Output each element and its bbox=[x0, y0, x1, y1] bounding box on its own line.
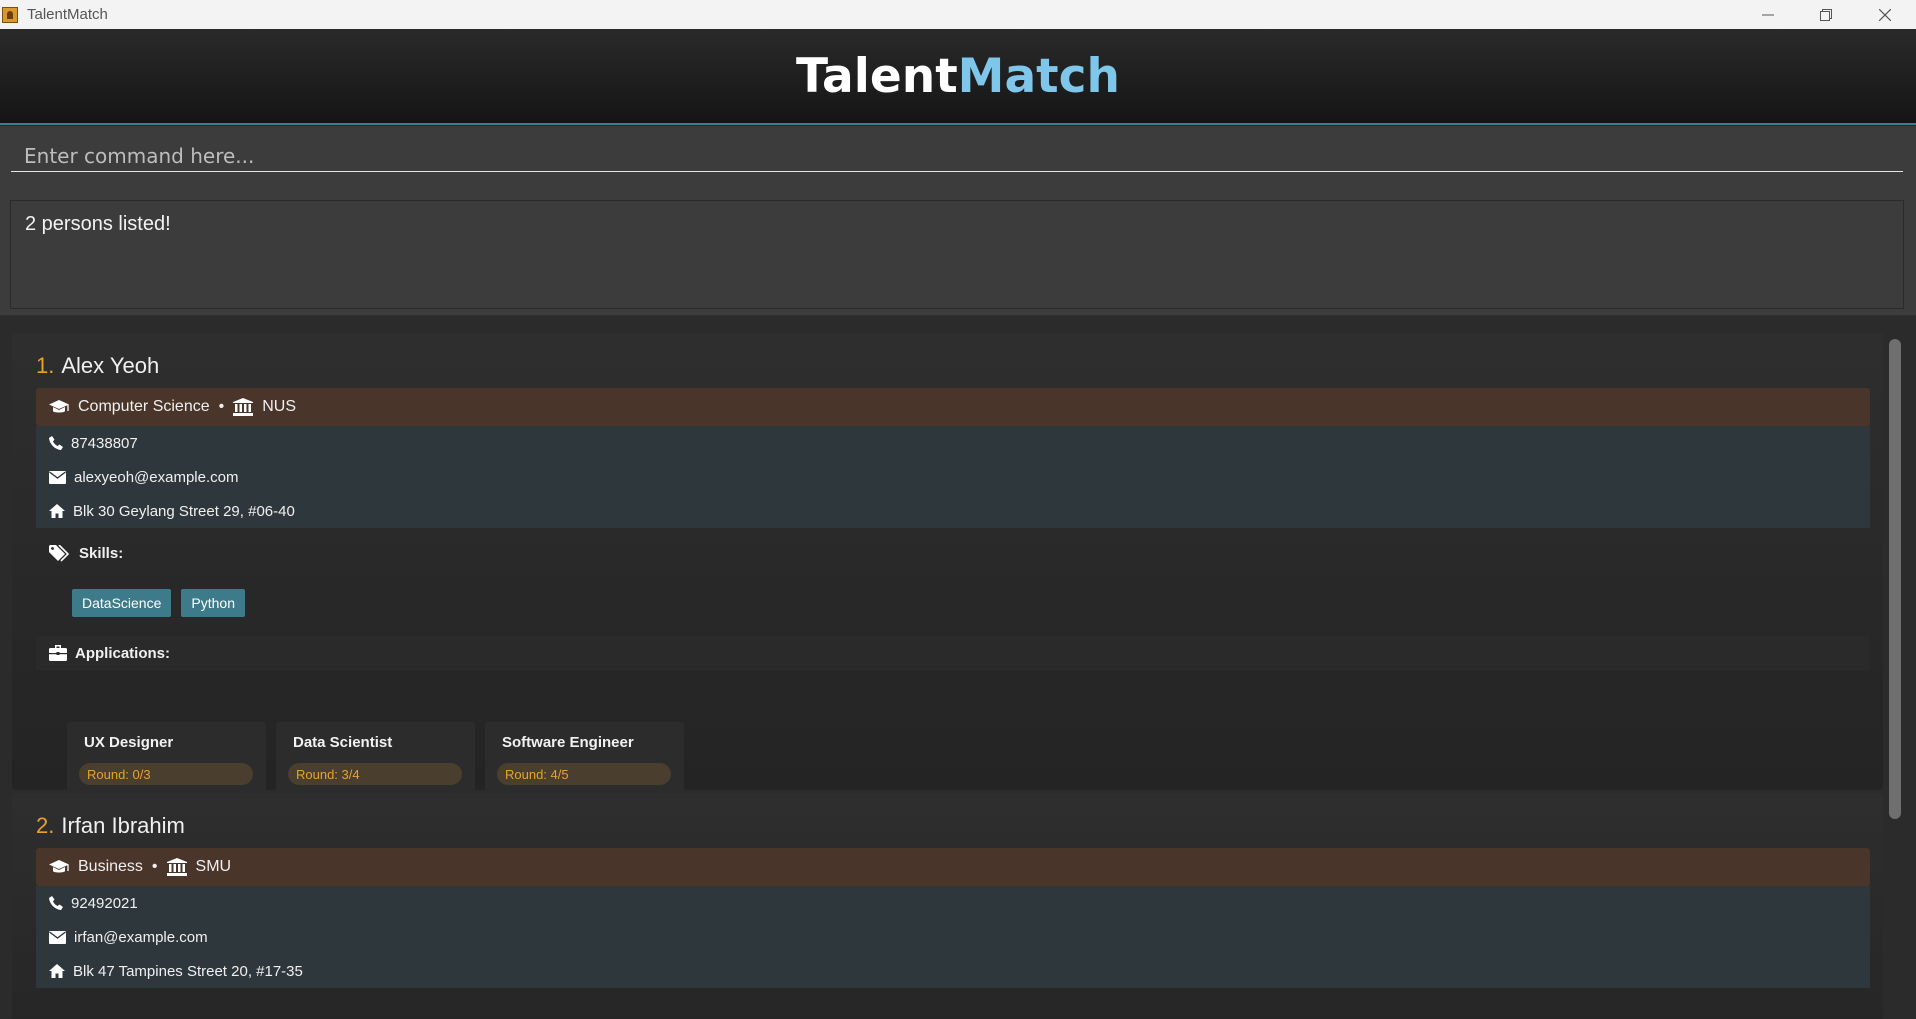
university-text: NUS bbox=[262, 398, 297, 415]
address-row: Blk 30 Geylang Street 29, #06-40 bbox=[36, 494, 1870, 528]
tags-icon bbox=[49, 544, 71, 562]
app-logo: TalentMatch bbox=[796, 49, 1120, 104]
application-card[interactable]: Data Scientist Round: 3/4 bbox=[276, 722, 475, 792]
major-text: Computer Science bbox=[78, 398, 210, 415]
application-role: Software Engineer bbox=[502, 734, 634, 751]
restore-icon bbox=[1820, 8, 1832, 21]
close-icon bbox=[1879, 8, 1891, 21]
result-display: 2 persons listed! bbox=[10, 200, 1904, 309]
phone-row: 92492021 bbox=[36, 886, 1870, 920]
minimize-button[interactable] bbox=[1739, 0, 1797, 29]
skill-tags-list: DataScience Python bbox=[72, 589, 245, 617]
university-icon bbox=[233, 398, 254, 416]
skill-tag: DataScience bbox=[72, 589, 172, 617]
command-input[interactable] bbox=[11, 140, 1903, 172]
header-banner: TalentMatch bbox=[0, 29, 1916, 125]
email-row: alexyeoh@example.com bbox=[36, 460, 1870, 494]
person-card[interactable]: 1. Alex Yeoh Computer Science • NUS 87438… bbox=[12, 333, 1883, 792]
phone-icon bbox=[49, 896, 63, 910]
graduation-cap-icon bbox=[48, 859, 70, 875]
application-round-badge: Round: 3/4 bbox=[288, 763, 462, 785]
application-round-badge: Round: 4/5 bbox=[497, 763, 671, 785]
restore-button[interactable] bbox=[1797, 0, 1855, 29]
app-icon bbox=[2, 6, 18, 23]
skill-tag: Python bbox=[181, 589, 245, 617]
education-row: Business • SMU bbox=[36, 848, 1870, 886]
result-display-container: 2 persons listed! bbox=[0, 186, 1916, 316]
phone-text: 92492021 bbox=[71, 894, 138, 912]
applications-label: Applications: bbox=[75, 644, 171, 662]
window-title: TalentMatch bbox=[27, 6, 108, 23]
graduation-cap-icon bbox=[48, 399, 70, 415]
university-icon bbox=[166, 858, 187, 876]
person-card[interactable]: 2. Irfan Ibrahim Business • SMU 92492021 … bbox=[12, 793, 1883, 1019]
skills-section-label: Skills: bbox=[36, 536, 1870, 570]
separator-dot: • bbox=[151, 858, 158, 875]
address-row: Blk 47 Tampines Street 20, #17-35 bbox=[36, 954, 1870, 988]
home-icon bbox=[49, 504, 65, 518]
list-scrollbar[interactable] bbox=[1889, 339, 1901, 819]
command-box bbox=[0, 126, 1916, 186]
person-name-heading: 1. Alex Yeoh bbox=[36, 353, 159, 379]
logo-part-match: Match bbox=[957, 48, 1120, 104]
person-name-heading: 2. Irfan Ibrahim bbox=[36, 813, 185, 839]
address-text: Blk 47 Tampines Street 20, #17-35 bbox=[73, 962, 303, 980]
application-round-badge: Round: 0/3 bbox=[79, 763, 253, 785]
phone-text: 87438807 bbox=[71, 434, 138, 452]
application-card[interactable]: UX Designer Round: 0/3 bbox=[67, 722, 266, 792]
email-text: irfan@example.com bbox=[74, 928, 208, 946]
home-icon bbox=[49, 964, 65, 978]
phone-icon bbox=[49, 436, 63, 450]
person-index: 1. bbox=[36, 353, 55, 378]
person-name: Alex Yeoh bbox=[61, 353, 160, 378]
major-text: Business bbox=[78, 858, 143, 875]
applications-list: UX Designer Round: 0/3 Data Scientist Ro… bbox=[67, 722, 684, 792]
envelope-icon bbox=[49, 930, 66, 944]
envelope-icon bbox=[49, 470, 66, 484]
minimize-icon bbox=[1762, 14, 1774, 15]
person-list[interactable]: 1. Alex Yeoh Computer Science • NUS 87438… bbox=[0, 317, 1916, 1019]
application-role: Data Scientist bbox=[293, 734, 393, 751]
logo-part-talent: Talent bbox=[796, 48, 958, 104]
phone-row: 87438807 bbox=[36, 426, 1870, 460]
person-index: 2. bbox=[36, 813, 55, 838]
separator-dot: • bbox=[218, 398, 225, 415]
window-titlebar: TalentMatch bbox=[0, 0, 1916, 29]
email-row: irfan@example.com bbox=[36, 920, 1870, 954]
close-button[interactable] bbox=[1856, 0, 1914, 29]
skills-label: Skills: bbox=[79, 544, 124, 562]
applications-section-label: Applications: bbox=[36, 636, 1870, 670]
university-text: SMU bbox=[195, 858, 232, 875]
briefcase-icon bbox=[49, 645, 67, 661]
email-text: alexyeoh@example.com bbox=[74, 468, 239, 486]
application-card[interactable]: Software Engineer Round: 4/5 bbox=[485, 722, 684, 792]
address-text: Blk 30 Geylang Street 29, #06-40 bbox=[73, 502, 295, 520]
education-row: Computer Science • NUS bbox=[36, 388, 1870, 426]
person-name: Irfan Ibrahim bbox=[61, 813, 185, 838]
application-role: UX Designer bbox=[84, 734, 174, 751]
